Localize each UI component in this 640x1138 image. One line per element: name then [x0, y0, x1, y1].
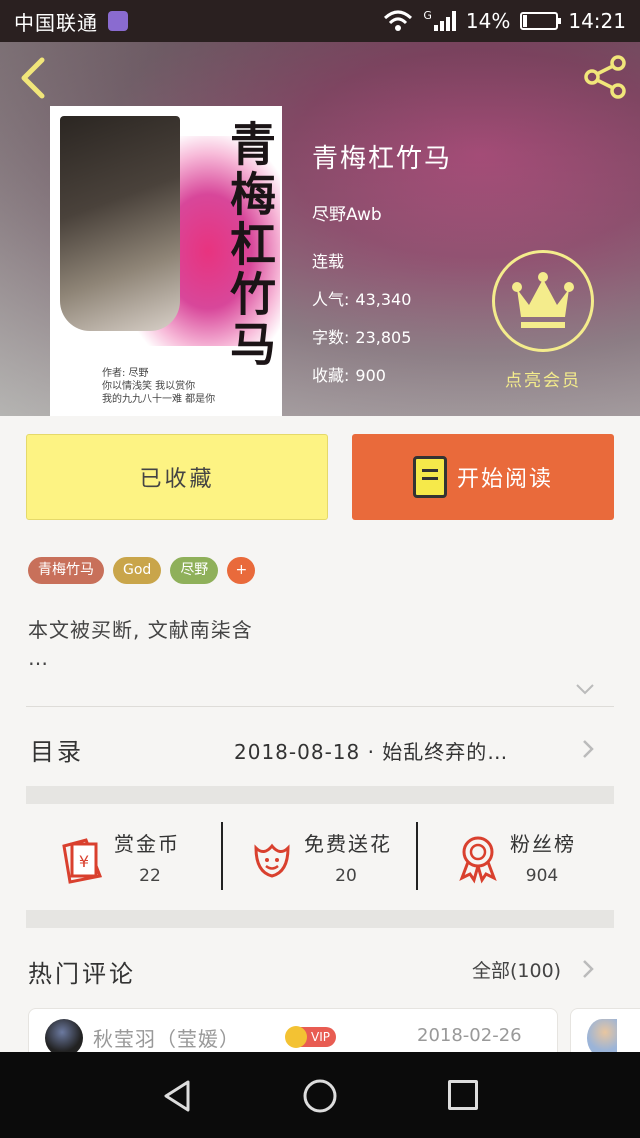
reward-coins-value: 22 — [139, 866, 161, 886]
tag-chip[interactable]: 青梅竹马 — [28, 557, 104, 584]
chevron-right-icon[interactable] — [578, 958, 598, 980]
book-word-count: 字数: 23,805 — [312, 324, 411, 348]
stat-separator — [416, 822, 418, 890]
free-flowers[interactable]: 免费送花 20 — [218, 822, 408, 892]
favorites-value: 900 — [355, 366, 386, 385]
book-title: 青梅杠竹马 — [312, 144, 453, 174]
wifi-icon — [384, 10, 413, 31]
reward-coins-label: 赏金币 — [114, 832, 180, 856]
medal-icon — [459, 836, 497, 884]
start-reading-button[interactable]: 开始阅读 — [352, 434, 614, 520]
free-flowers-value: 20 — [335, 866, 357, 886]
chevron-left-icon — [21, 57, 45, 99]
reward-coins[interactable]: ¥ 赏金币 22 — [28, 822, 218, 892]
tag-chip[interactable]: 尽野 — [170, 557, 219, 584]
popularity-value: 43,340 — [355, 290, 412, 309]
book-icon — [412, 456, 447, 498]
book-header: 青梅杠竹马 作者: 尽野 你以情浅笑 我以赏你 我的九九八十一难 都是你 青梅杠… — [0, 42, 640, 416]
clock: 14:21 — [568, 9, 626, 33]
favorites-label: 收藏: — [312, 366, 350, 385]
membership-button[interactable] — [492, 250, 594, 352]
word-count-value: 23,805 — [355, 328, 412, 347]
synopsis-text: 本文被买断, 文献南柒含 — [28, 618, 253, 642]
word-count-label: 字数: — [312, 328, 350, 347]
book-status: 连载 — [312, 252, 345, 271]
fan-ranking[interactable]: 粉丝榜 904 — [424, 822, 614, 892]
gallery-notification-icon — [108, 11, 128, 31]
hot-comments-title: 热门评论 — [28, 960, 136, 988]
book-popularity: 人气: 43,340 — [312, 286, 411, 310]
fan-ranking-value: 904 — [525, 866, 559, 886]
membership-label[interactable]: 点亮会员 — [492, 366, 594, 391]
tag-chip[interactable]: God — [113, 557, 162, 584]
nav-back-icon[interactable] — [160, 1078, 196, 1114]
chevron-down-icon[interactable] — [574, 678, 596, 700]
tag-list: 青梅竹马 God 尽野 + — [28, 557, 256, 584]
svg-text:¥: ¥ — [79, 852, 89, 871]
carrier-name: 中国联通 — [14, 10, 98, 35]
crown-icon — [512, 272, 574, 328]
free-flowers-label: 免费送花 — [304, 832, 392, 856]
signal-icon — [433, 11, 456, 31]
chevron-right-icon[interactable] — [578, 738, 598, 760]
book-author[interactable]: 尽野Awb — [312, 200, 382, 225]
fan-ranking-label: 粉丝榜 — [510, 832, 576, 856]
status-bar: 中国联通 G 14% 14:21 — [0, 0, 640, 42]
book-cover[interactable]: 青梅杠竹马 作者: 尽野 你以情浅笑 我以赏你 我的九九八十一难 都是你 — [50, 106, 282, 416]
divider — [26, 706, 614, 707]
book-favorites: 收藏: 900 — [312, 362, 386, 386]
battery-percent: 14% — [465, 9, 511, 33]
share-button[interactable] — [582, 54, 628, 100]
battery-icon — [520, 12, 562, 30]
latest-chapter[interactable]: 2018-08-18 · 始乱终弃的… — [234, 736, 508, 765]
all-comments-link[interactable]: 全部(100) — [472, 956, 561, 983]
cover-portrait — [60, 116, 180, 331]
collected-button[interactable]: 已收藏 — [26, 434, 328, 520]
section-gap — [26, 910, 614, 928]
nav-home-icon[interactable] — [302, 1078, 338, 1114]
cover-line-2: 我的九九八十一难 都是你 — [102, 394, 216, 405]
back-button[interactable] — [18, 56, 58, 100]
cover-title: 青梅杠竹马 — [223, 120, 277, 370]
cover-author: 作者: 尽野 — [102, 368, 149, 379]
system-nav-bar — [0, 1052, 640, 1138]
section-gap — [26, 786, 614, 804]
catalog-label[interactable]: 目录 — [30, 732, 84, 767]
nav-recent-apps-icon[interactable] — [448, 1080, 478, 1110]
network-type: G — [423, 8, 432, 22]
share-icon — [584, 55, 626, 99]
comment-username[interactable]: 秋莹羽（莹媛） — [93, 1023, 240, 1052]
cover-line-1: 你以情浅笑 我以赏你 — [102, 381, 196, 392]
add-tag-button[interactable]: + — [227, 557, 256, 584]
comment-date: 2018-02-26 — [417, 1025, 522, 1046]
vip-badge: VIP — [285, 1025, 336, 1049]
flower-icon — [254, 843, 290, 878]
start-reading-label: 开始阅读 — [456, 467, 553, 492]
cover-text: 作者: 尽野 你以情浅笑 我以赏你 我的九九八十一难 都是你 — [102, 367, 272, 406]
synopsis-ellipsis: … — [28, 646, 48, 670]
red-envelope-icon: ¥ — [62, 838, 103, 884]
popularity-label: 人气: — [312, 290, 350, 309]
crown-icon — [285, 1026, 307, 1048]
